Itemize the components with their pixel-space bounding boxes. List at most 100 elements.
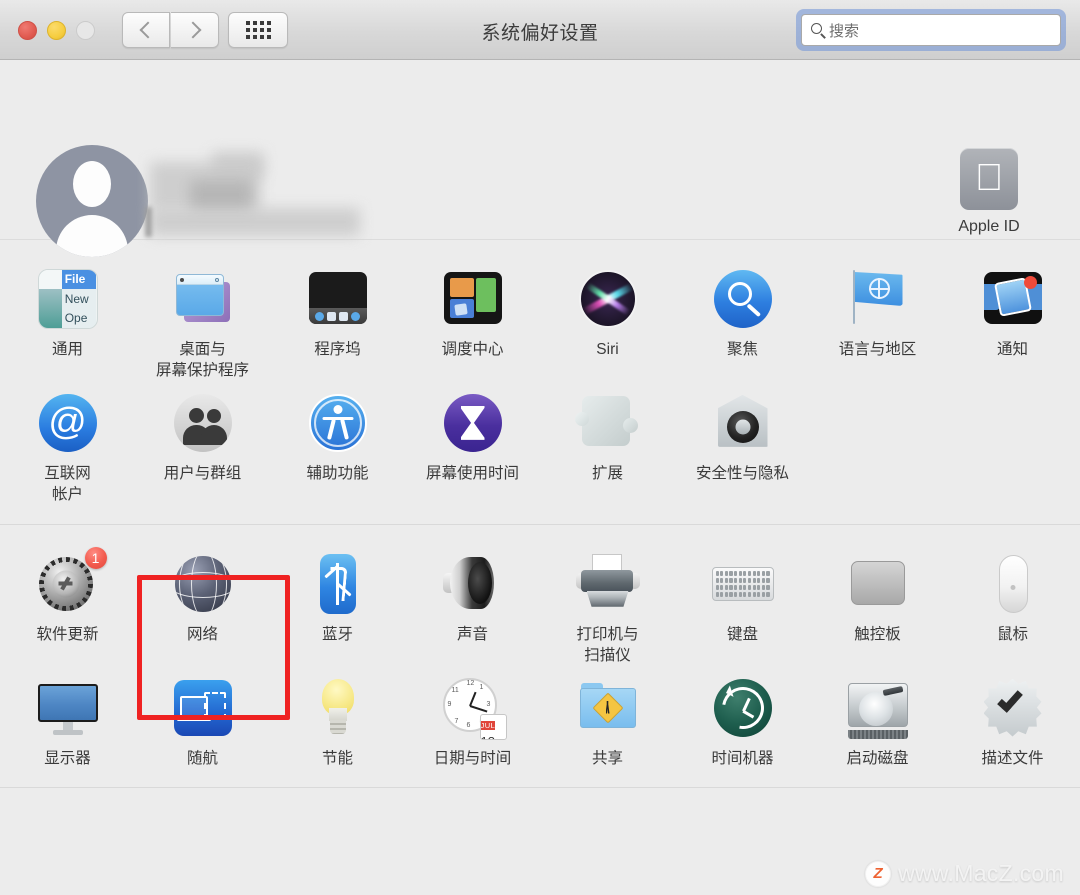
displays-icon [35,675,101,741]
network-icon [170,551,236,617]
pref-item-sidecar[interactable]: 随航 [135,671,270,770]
trackpad-icon [845,551,911,617]
pref-item-time-machine[interactable]: 时间机器 [675,671,810,770]
pref-item-desktop[interactable]: 桌面与 屏幕保护程序 [135,262,270,382]
screen-time-icon [440,390,506,456]
language-region-icon [845,266,911,332]
pref-item-label: 语言与地区 [838,341,917,358]
pref-item-label: Siri [596,341,619,358]
software-update-icon: 1 [35,546,107,617]
pref-item-keyboard[interactable]: 键盘 [675,547,810,667]
pref-item-label: 通知 [996,341,1028,358]
pref-item-label: 扩展 [591,464,623,482]
preferences-row: 1 软件更新 网络 蓝牙 声音 打印机与 扫描仪 键盘 触控板 鼠标 [0,546,1080,667]
pref-item-displays[interactable]: 显示器 [0,671,135,770]
update-badge-count: 1 [84,546,107,569]
window-titlebar: 系统偏好设置 搜索 [0,0,1080,60]
pref-item-language-region[interactable]: 语言与地区 [810,262,945,382]
sidecar-icon [170,675,236,741]
apple-id-button[interactable]:  Apple ID [934,148,1044,236]
preferences-row: 显示器 随航 节能 12 1 3 6 7 9 11 JUL 日期与时间 共享 时… [0,671,1080,770]
pref-item-label: 通用 [51,341,83,358]
pref-item-profiles[interactable]: 描述文件 [945,671,1080,770]
pref-item-label: 屏幕使用时间 [425,464,519,482]
date-time-icon: 12 1 3 5 6 7 9 11 JUL 18 [440,675,507,741]
pref-item-general[interactable]: File New Ope 通用 [0,262,135,382]
pref-item-date-time[interactable]: 12 1 3 5 6 7 9 11 JUL 18 [405,671,540,770]
pref-item-label: 互联网 帐户 [44,464,91,503]
internet-accounts-icon: @ [35,390,101,456]
user-avatar-icon[interactable] [36,145,148,257]
pref-item-mouse[interactable]: 鼠标 [945,547,1080,667]
pref-item-mission-control[interactable]: 调度中心 [405,262,540,382]
desktop-screensaver-icon [170,266,236,332]
mission-control-icon [440,266,506,332]
pref-item-label: 节能 [321,749,353,767]
apple-id-label: Apple ID [958,218,1020,235]
pref-item-sharing[interactable]: 共享 [540,671,675,770]
search-field-focus-ring: 搜索 [796,9,1066,51]
spotlight-icon [710,266,776,332]
pref-item-printers-scanners[interactable]: 打印机与 扫描仪 [540,547,675,667]
calendar-day: 18 [481,734,495,739]
pref-item-security-privacy[interactable]: 安全性与隐私 [675,386,810,506]
calendar-month: JUL [480,720,496,730]
pref-item-label: 打印机与 扫描仪 [576,625,639,664]
pref-item-label: 启动磁盘 [846,749,909,767]
watermark: Z www.MacZ.com [865,860,1064,887]
extensions-icon [574,390,641,456]
mouse-icon [980,551,1046,617]
preferences-section-hardware: 1 软件更新 网络 蓝牙 声音 打印机与 扫描仪 键盘 触控板 鼠标 显示器 随… [0,524,1080,789]
user-name-redacted [145,152,362,237]
profiles-icon [980,675,1046,741]
pref-item-trackpad[interactable]: 触控板 [810,547,945,667]
pref-item-label: 软件更新 [36,625,99,643]
pref-item-extensions[interactable]: 扩展 [540,386,675,506]
search-icon [811,22,826,38]
preferences-row: File New Ope 通用 桌面与 屏幕保护程序 程序坞 调度中心 Siri… [0,262,1080,382]
pref-item-label: 描述文件 [981,749,1044,767]
preferences-row: @ 互联网 帐户 用户与群组 辅助功能 屏幕使用时间 扩展 安全性与隐私 [0,386,1080,506]
keyboard-icon [710,551,776,617]
pref-item-energy-saver[interactable]: 节能 [270,671,405,770]
pref-item-accessibility[interactable]: 辅助功能 [270,386,405,506]
energy-saver-icon [305,675,371,741]
pref-item-label: 鼠标 [996,625,1028,643]
pref-item-label: 触控板 [854,625,901,643]
account-header:  Apple ID [0,60,1080,257]
pref-item-users-groups[interactable]: 用户与群组 [135,386,270,506]
sharing-icon [575,675,641,741]
preferences-section-personal: File New Ope 通用 桌面与 屏幕保护程序 程序坞 调度中心 Siri… [0,240,1080,525]
pref-item-label: 程序坞 [314,341,361,358]
accessibility-icon [305,390,371,456]
pref-item-screen-time[interactable]: 屏幕使用时间 [405,386,540,506]
apple-logo-icon:  [960,148,1018,210]
notifications-icon [980,266,1046,332]
pref-item-sound[interactable]: 声音 [405,547,540,667]
pref-item-network[interactable]: 网络 [135,547,270,667]
search-input[interactable]: 搜索 [801,14,1061,46]
pref-item-dock[interactable]: 程序坞 [270,262,405,382]
pref-item-startup-disk[interactable]: 启动磁盘 [810,671,945,770]
pref-item-label: 调度中心 [441,341,504,358]
watermark-logo-icon: Z [865,860,892,887]
pref-item-label: 显示器 [44,749,91,767]
bluetooth-icon [305,551,371,617]
pref-item-bluetooth[interactable]: 蓝牙 [270,547,405,667]
pref-item-label: 用户与群组 [163,464,242,482]
pref-item-label: 桌面与 屏幕保护程序 [155,341,249,379]
pref-item-internet-accounts[interactable]: @ 互联网 帐户 [0,386,135,506]
pref-item-label: 聚焦 [726,341,758,358]
printers-scanners-icon [575,551,641,617]
system-preferences-window: 系统偏好设置 搜索  Apple ID [0,0,1080,895]
pref-item-siri[interactable]: Siri [540,262,675,382]
security-privacy-icon [710,390,776,456]
search-placeholder: 搜索 [829,22,860,40]
pref-item-software-update[interactable]: 1 软件更新 [0,546,135,667]
pref-item-label: 时间机器 [711,749,774,767]
startup-disk-icon [845,675,911,741]
pref-item-notifications[interactable]: 通知 [945,262,1080,382]
pref-item-spotlight[interactable]: 聚焦 [675,262,810,382]
pref-item-label: 键盘 [726,625,758,643]
pref-item-label: 蓝牙 [321,625,353,643]
